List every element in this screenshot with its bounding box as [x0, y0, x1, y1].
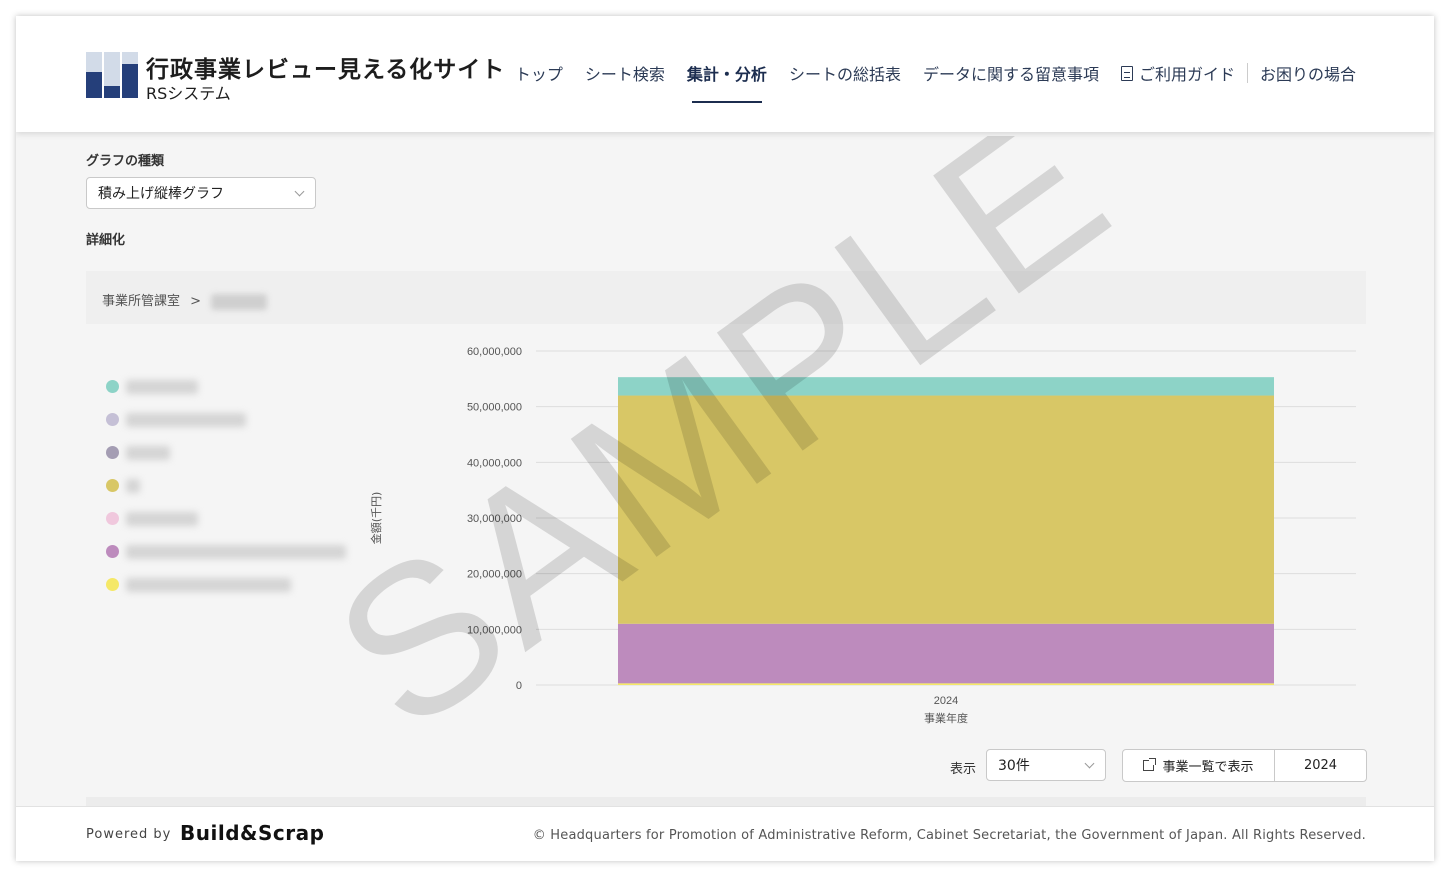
nav-item-data-notes[interactable]: データに関する留意事項 — [923, 61, 1099, 85]
stacked-bar-chart: 0 10,000,000 20,000,000 30,000,000 40,000,00… — [356, 337, 1366, 737]
y-tick-label: 60,000,000 — [467, 346, 522, 358]
nav-item-summary-table[interactable]: シートの総括表 — [789, 61, 901, 85]
breadcrumb-root[interactable]: 事業所管課室 — [102, 294, 180, 309]
nav-item-analysis[interactable]: 集計・分析 — [687, 61, 767, 103]
chart-svg: 0 10,000,000 20,000,000 30,000,000 40,000,00… — [369, 346, 1356, 725]
x-axis-label: 事業年度 — [924, 711, 968, 725]
browser-window: 行政事業レビュー見える化サイト RSシステム トップ シート検索 集計・分析 シ… — [16, 16, 1434, 861]
y-tick-label: 0 — [516, 680, 522, 692]
site-logo-icon[interactable] — [86, 52, 138, 98]
site-header: 行政事業レビュー見える化サイト RSシステム トップ シート検索 集計・分析 シ… — [16, 16, 1434, 132]
legend-dot — [106, 380, 119, 393]
chevron-down-icon — [1084, 758, 1095, 769]
powered-by-label: Powered by — [86, 827, 172, 842]
legend-dot — [106, 479, 119, 492]
y-tick-label: 30,000,000 — [467, 513, 522, 525]
legend-item[interactable] — [106, 370, 356, 403]
nav-item-top[interactable]: トップ — [515, 61, 563, 85]
legend-item[interactable] — [106, 568, 356, 601]
y-tick-label: 50,000,000 — [467, 402, 522, 414]
breadcrumb-separator: > — [190, 294, 202, 309]
show-list-label: 事業一覧で表示 — [1162, 760, 1254, 775]
chevron-down-icon — [294, 186, 305, 197]
site-subtitle: RSシステム — [146, 84, 231, 103]
document-icon — [1120, 65, 1133, 81]
legend-item[interactable] — [106, 535, 356, 568]
legend-item[interactable] — [106, 502, 356, 535]
bar-segment — [618, 623, 1274, 684]
graph-type-label: グラフの種類 — [86, 154, 165, 169]
list-button-group: 事業一覧で表示 2024 — [1122, 749, 1367, 782]
display-count-select[interactable]: 30件 — [986, 749, 1106, 781]
year-button-label: 2024 — [1303, 758, 1338, 773]
legend-dot — [106, 512, 119, 525]
y-tick-label: 10,000,000 — [467, 624, 522, 636]
nav-item-guide[interactable]: ご利用ガイド — [1120, 61, 1235, 85]
legend-label-redacted — [126, 412, 246, 427]
external-link-icon — [1143, 758, 1157, 771]
legend-label-redacted — [126, 511, 198, 526]
site-title[interactable]: 行政事業レビュー見える化サイト — [146, 50, 505, 84]
y-tick-label: 20,000,000 — [467, 569, 522, 581]
graph-type-value: 積み上げ縦棒グラフ — [98, 186, 224, 202]
site-footer: Powered by Build&Scrap © Headquarters fo… — [16, 806, 1434, 861]
year-button[interactable]: 2024 — [1275, 750, 1366, 781]
legend-label-redacted — [126, 445, 170, 460]
detail-label: 詳細化 — [86, 233, 126, 248]
nav-divider — [1246, 63, 1248, 83]
legend-dot — [106, 545, 119, 558]
nav-item-help[interactable]: お困りの場合 — [1260, 61, 1356, 85]
display-count-value: 30件 — [998, 758, 1030, 774]
y-axis-label: 金額(千円) — [369, 492, 383, 545]
x-tick-label: 2024 — [934, 695, 958, 707]
legend-label-redacted — [126, 478, 140, 493]
legend-item[interactable] — [106, 469, 356, 502]
legend-dot — [106, 413, 119, 426]
breadcrumb: 事業所管課室 > — [86, 271, 1366, 324]
nav-item-sheet-search[interactable]: シート検索 — [585, 61, 665, 85]
brand-logo[interactable]: Build&Scrap — [180, 821, 324, 845]
show-list-button[interactable]: 事業一覧で表示 — [1123, 750, 1275, 781]
graph-type-select[interactable]: 積み上げ縦棒グラフ — [86, 177, 316, 209]
legend-label-redacted — [126, 577, 291, 592]
legend-dot — [106, 578, 119, 591]
bar-segment — [618, 683, 1274, 685]
legend-item[interactable] — [106, 403, 356, 436]
bar-segment — [618, 377, 1274, 396]
list-controls: 表示 30件 事業一覧で表示 2024 — [16, 749, 1434, 783]
chart-legend — [106, 370, 356, 601]
copyright-text: © Headquarters for Promotion of Administ… — [532, 828, 1366, 843]
legend-label-redacted — [126, 544, 346, 559]
display-count-label: 表示 — [950, 762, 977, 777]
y-tick-label: 40,000,000 — [467, 457, 522, 469]
main-nav: トップ シート検索 集計・分析 シートの総括表 データに関する留意事項 ご利用ガ… — [493, 61, 1356, 103]
breadcrumb-current-redacted — [211, 293, 268, 310]
bar-segment — [618, 395, 1274, 624]
legend-dot — [106, 446, 119, 459]
legend-label-redacted — [126, 379, 198, 394]
legend-item[interactable] — [106, 436, 356, 469]
